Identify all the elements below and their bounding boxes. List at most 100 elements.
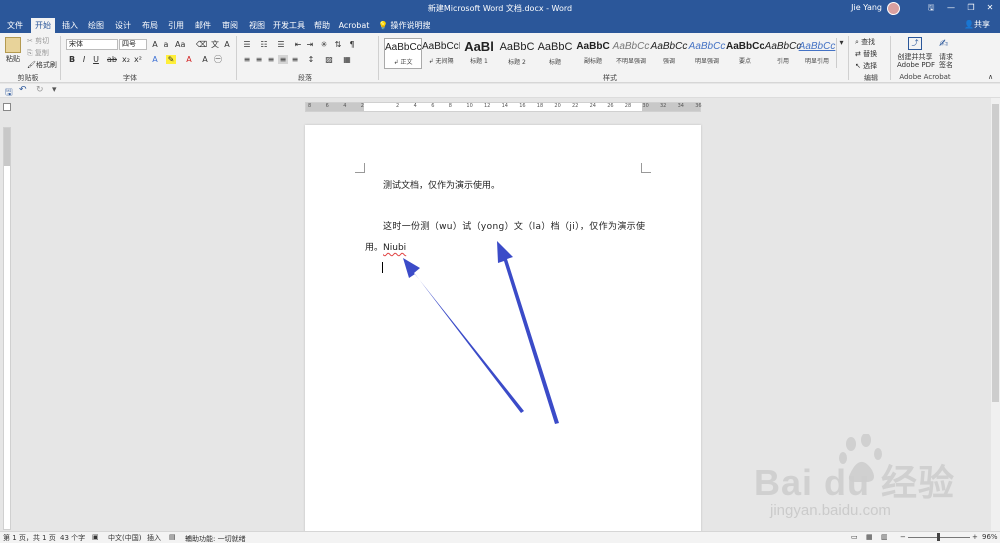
change-case-icon[interactable]: Aa <box>175 40 185 49</box>
save-icon[interactable]: 🖫 <box>5 85 13 101</box>
text-effects-icon[interactable]: A <box>150 55 160 64</box>
tab-help[interactable]: 帮助 <box>311 18 333 33</box>
language-status[interactable]: 中文(中国) <box>108 533 141 543</box>
justify-icon[interactable]: ≡ <box>278 55 288 64</box>
format-painter-button[interactable]: 🖌格式刷 <box>27 60 57 70</box>
style-strong[interactable]: AaBbCc 要点 <box>726 38 764 69</box>
find-button[interactable]: ⌕ 查找 <box>855 37 875 47</box>
share-button[interactable]: 👤共享 <box>964 19 990 30</box>
styles-scroll-icon[interactable]: ▾ <box>836 38 846 68</box>
tab-selector[interactable] <box>3 103 11 111</box>
zoom-slider-thumb[interactable] <box>937 533 940 541</box>
align-right-icon[interactable]: ≡ <box>266 55 276 64</box>
macro-icon[interactable]: ▤ <box>169 533 176 541</box>
undo-icon[interactable]: ↶ <box>19 85 27 95</box>
ribbon-display-button[interactable]: 🖫 <box>924 2 938 14</box>
tab-developer[interactable]: 开发工具 <box>272 18 306 33</box>
style-subtle-emphasis[interactable]: AaBbCc 不明显强调 <box>612 38 650 69</box>
show-marks-icon[interactable]: ¶ <box>347 40 357 49</box>
insert-mode[interactable]: 插入 <box>147 533 161 543</box>
bold-icon[interactable]: B <box>67 55 77 64</box>
chinese-layout-icon[interactable]: ✳ <box>319 40 329 49</box>
create-share-pdf-button[interactable]: 创建并共享 Adobe PDF <box>897 53 935 69</box>
grow-font-icon[interactable]: A <box>150 40 160 49</box>
zoom-out-icon[interactable]: − <box>900 533 906 541</box>
replace-button[interactable]: ⇄ 替换 <box>855 49 877 59</box>
restore-button[interactable]: ❐ <box>964 2 978 14</box>
increase-indent-icon[interactable]: ⇥ <box>305 40 315 49</box>
tab-mailings[interactable]: 邮件 <box>192 18 214 33</box>
phonetic-guide-icon[interactable]: 文 <box>210 40 220 49</box>
zoom-in-icon[interactable]: + <box>972 533 978 541</box>
tab-view[interactable]: 视图 <box>246 18 268 33</box>
underline-icon[interactable]: U <box>91 55 101 64</box>
scrollbar-thumb[interactable] <box>992 104 999 402</box>
decrease-indent-icon[interactable]: ⇤ <box>293 40 303 49</box>
paragraph-2-continued[interactable]: 用。Niubi <box>365 240 406 253</box>
tab-layout[interactable]: 布局 <box>139 18 161 33</box>
tab-file[interactable]: 文件 <box>4 18 26 33</box>
tab-insert[interactable]: 插入 <box>59 18 81 33</box>
style-no-spacing[interactable]: AaBbCcI ↲ 无间隔 <box>422 38 460 69</box>
horizontal-ruler[interactable]: 8 6 4 2 2 4 6 8 10 12 14 16 18 20 22 24 26 28 30 32 34 36 <box>305 102 702 112</box>
avatar[interactable] <box>887 2 900 15</box>
read-mode-icon[interactable]: ▭ <box>851 533 858 541</box>
style-subtitle[interactable]: AaBbC 副标题 <box>574 38 612 69</box>
tell-me-search[interactable]: 💡 操作说明搜索 <box>378 18 438 45</box>
style-title[interactable]: AaBbC 标题 <box>536 38 574 69</box>
close-button[interactable]: ✕ <box>983 2 997 14</box>
style-heading-2[interactable]: AaBbC 标题 2 <box>498 38 536 69</box>
distributed-icon[interactable]: ≡ <box>290 55 300 64</box>
select-button[interactable]: ↖ 选择 <box>855 61 877 71</box>
char-border-icon[interactable]: A <box>222 40 232 49</box>
char-shading-icon[interactable]: A <box>200 55 210 64</box>
font-size-select[interactable]: 四号 <box>119 39 147 50</box>
page-count[interactable]: 第 1 页，共 1 页 <box>3 533 56 543</box>
copy-button[interactable]: ⎘ 复制 <box>27 48 49 58</box>
shrink-font-icon[interactable]: a <box>161 40 171 49</box>
numbering-icon[interactable]: ☷ <box>259 40 269 49</box>
proofing-icon[interactable]: ▣ <box>92 533 99 541</box>
zoom-level[interactable]: 96% <box>982 533 998 541</box>
line-spacing-icon[interactable]: ↕ <box>306 55 316 64</box>
redo-icon[interactable]: ↻ <box>36 85 44 95</box>
multilevel-list-icon[interactable]: ☰ <box>276 40 286 49</box>
subscript-icon[interactable]: x₂ <box>121 55 131 64</box>
vertical-scrollbar[interactable] <box>991 98 1000 531</box>
align-center-icon[interactable]: ≡ <box>254 55 264 64</box>
tab-review[interactable]: 审阅 <box>219 18 241 33</box>
font-color-icon[interactable]: A <box>184 55 194 64</box>
minimize-button[interactable]: — <box>944 2 958 14</box>
bullets-icon[interactable]: ☰ <box>242 40 252 49</box>
request-signature-button[interactable]: 请求 签名 <box>936 53 956 69</box>
vertical-ruler[interactable] <box>3 127 11 530</box>
word-count[interactable]: 43 个字 <box>60 533 85 543</box>
print-layout-icon[interactable]: ▦ <box>866 533 873 541</box>
tab-home[interactable]: 开始 <box>31 18 55 33</box>
customize-qat-icon[interactable]: ▾ <box>52 85 57 95</box>
collapse-ribbon-icon[interactable]: ∧ <box>988 73 993 81</box>
sort-icon[interactable]: ⇅ <box>333 40 343 49</box>
style-emphasis[interactable]: AaBbCc 强调 <box>650 38 688 69</box>
enclose-char-icon[interactable]: ㊀ <box>213 55 223 64</box>
italic-icon[interactable]: I <box>79 55 89 64</box>
font-name-select[interactable]: 宋体 <box>66 39 118 50</box>
style-heading-1[interactable]: AaBl 标题 1 <box>460 38 498 69</box>
align-left-icon[interactable]: ≡ <box>242 55 252 64</box>
tab-design[interactable]: 设计 <box>112 18 134 33</box>
strikethrough-icon[interactable]: ab <box>107 55 117 64</box>
clear-format-icon[interactable]: ⌫ <box>196 40 207 49</box>
shading-icon[interactable]: ▨ <box>324 55 334 64</box>
superscript-icon[interactable]: x² <box>133 55 143 64</box>
style-intense-emphasis[interactable]: AaBbCc 明显强调 <box>688 38 726 69</box>
user-name[interactable]: Jie Yang <box>851 3 882 12</box>
tab-draw[interactable]: 绘图 <box>85 18 107 33</box>
misspelled-word[interactable]: Niubi <box>383 243 406 253</box>
web-layout-icon[interactable]: ▥ <box>881 533 888 541</box>
style-intense-quote[interactable]: AaBbCc 明显引用 <box>798 38 836 69</box>
paragraph-1[interactable]: 测试文档，仅作为演示使用。 <box>383 178 500 191</box>
style-quote[interactable]: AaBbCc 引用 <box>764 38 802 69</box>
cut-button[interactable]: ✂ 剪切 <box>27 36 49 46</box>
tab-references[interactable]: 引用 <box>165 18 187 33</box>
tab-acrobat[interactable]: Acrobat <box>338 18 370 33</box>
